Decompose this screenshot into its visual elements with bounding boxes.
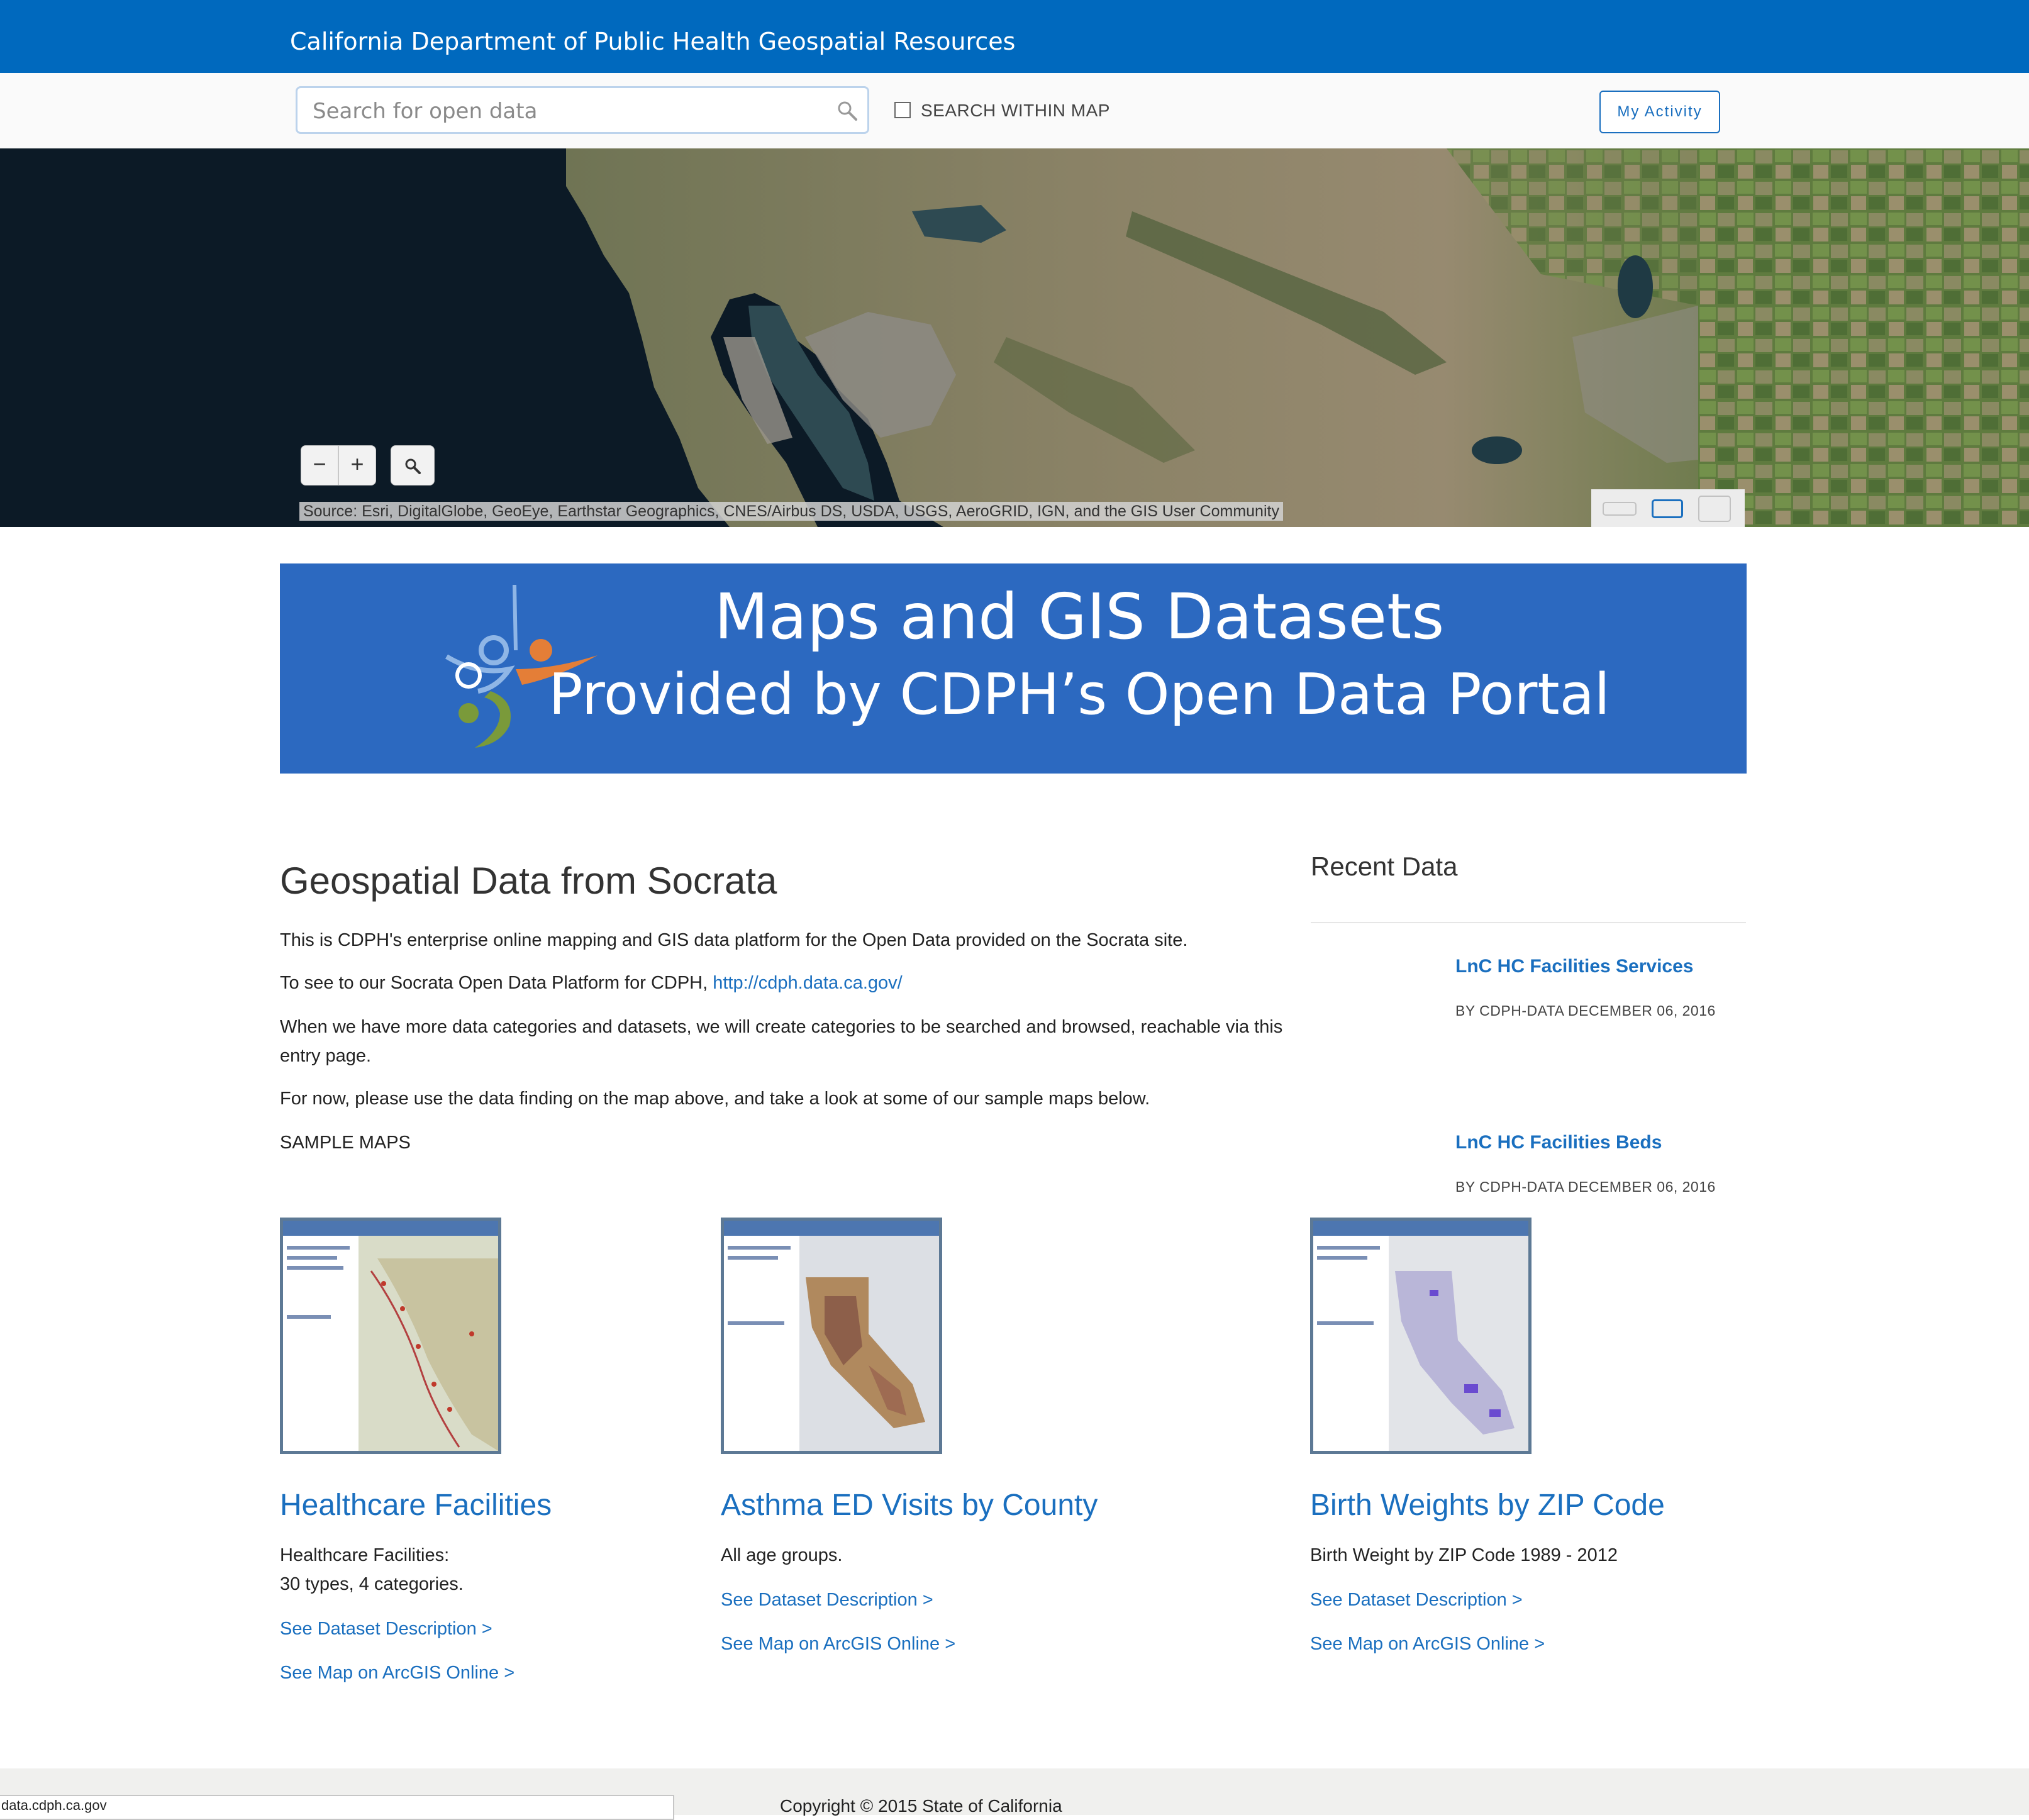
healthcare-map-thumbnail[interactable]: [280, 1218, 501, 1454]
site-header: California Department of Public Health G…: [0, 0, 2029, 73]
dataset-description-link[interactable]: See Dataset Description >: [1310, 1590, 1523, 1611]
card-desc-birth-weights: Birth Weight by ZIP Code 1989 - 2012: [1310, 1545, 1618, 1565]
categories-paragraph: When we have more data categories and da…: [280, 1017, 1283, 1066]
sample-maps-label: SAMPLE MAPS: [280, 1133, 411, 1153]
arcgis-map-link[interactable]: See Map on ArcGIS Online >: [721, 1634, 955, 1655]
card-desc-asthma: All age groups.: [721, 1545, 843, 1565]
card-title-birth-weights[interactable]: Birth Weights by ZIP Code: [1310, 1488, 1665, 1523]
search-within-map-checkbox[interactable]: [894, 102, 911, 118]
socrata-text: To see to our Socrata Open Data Platform…: [280, 973, 713, 993]
asthma-map-thumbnail[interactable]: [721, 1218, 942, 1454]
search-within-map-label[interactable]: SEARCH WITHIN MAP: [921, 101, 1110, 121]
recent-item-link[interactable]: LnC HC Facilities Beds: [1455, 1132, 1662, 1153]
dataset-description-link[interactable]: See Dataset Description >: [721, 1590, 933, 1611]
search-input[interactable]: [311, 94, 830, 128]
basemap-option-3[interactable]: [1698, 496, 1731, 522]
arcgis-map-link[interactable]: See Map on ArcGIS Online >: [1310, 1634, 1545, 1655]
basemap-option-2[interactable]: [1652, 499, 1683, 518]
magnifier-icon: [405, 458, 421, 474]
my-activity-button[interactable]: My Activity: [1599, 91, 1720, 133]
divider: [1311, 922, 1746, 923]
search-icon[interactable]: [836, 99, 859, 122]
basemap-option-1[interactable]: [1603, 502, 1637, 516]
map-search-button[interactable]: [391, 445, 435, 486]
recent-item-link[interactable]: LnC HC Facilities Services: [1455, 956, 1694, 977]
copyright-text: Copyright © 2015 State of California: [780, 1796, 1062, 1816]
page-heading: Geospatial Data from Socrata: [280, 860, 777, 902]
browser-status-url: data.cdph.ca.gov: [0, 1795, 674, 1820]
zoom-in-button[interactable]: +: [338, 445, 376, 486]
socrata-link[interactable]: http://cdph.data.ca.gov/: [713, 973, 902, 993]
intro-paragraph: This is CDPH's enterprise online mapping…: [280, 930, 1188, 950]
socrata-paragraph: To see to our Socrata Open Data Platform…: [280, 968, 903, 997]
card-title-asthma[interactable]: Asthma ED Visits by County: [721, 1488, 1098, 1523]
recent-item-meta: BY CDPH-DATA DECEMBER 06, 2016: [1455, 1179, 1716, 1195]
banner-subtitle: Provided by CDPH’s Open Data Portal: [548, 662, 1610, 728]
recent-item-meta: BY CDPH-DATA DECEMBER 06, 2016: [1455, 1002, 1716, 1019]
search-box[interactable]: [296, 86, 869, 134]
hero-banner: Maps and GIS Datasets Provided by CDPH’s…: [280, 563, 1747, 774]
instructions-paragraph: For now, please use the data finding on …: [280, 1089, 1150, 1109]
site-title[interactable]: California Department of Public Health G…: [290, 28, 1015, 55]
zoom-out-button[interactable]: −: [301, 445, 338, 486]
card-desc-healthcare-2: 30 types, 4 categories.: [280, 1574, 464, 1594]
birth-weight-map-thumbnail[interactable]: [1310, 1218, 1531, 1454]
recent-data-heading: Recent Data: [1311, 852, 1458, 881]
banner-title: Maps and GIS Datasets: [714, 580, 1445, 653]
card-title-healthcare[interactable]: Healthcare Facilities: [280, 1488, 552, 1523]
arcgis-map-link[interactable]: See Map on ArcGIS Online >: [280, 1663, 514, 1684]
basemap-switcher: [1591, 489, 1745, 527]
map-attribution: Source: Esri, DigitalGlobe, GeoEye, Eart…: [299, 502, 1283, 521]
dataset-description-link[interactable]: See Dataset Description >: [280, 1619, 492, 1640]
card-desc-healthcare: Healthcare Facilities:: [280, 1545, 450, 1565]
